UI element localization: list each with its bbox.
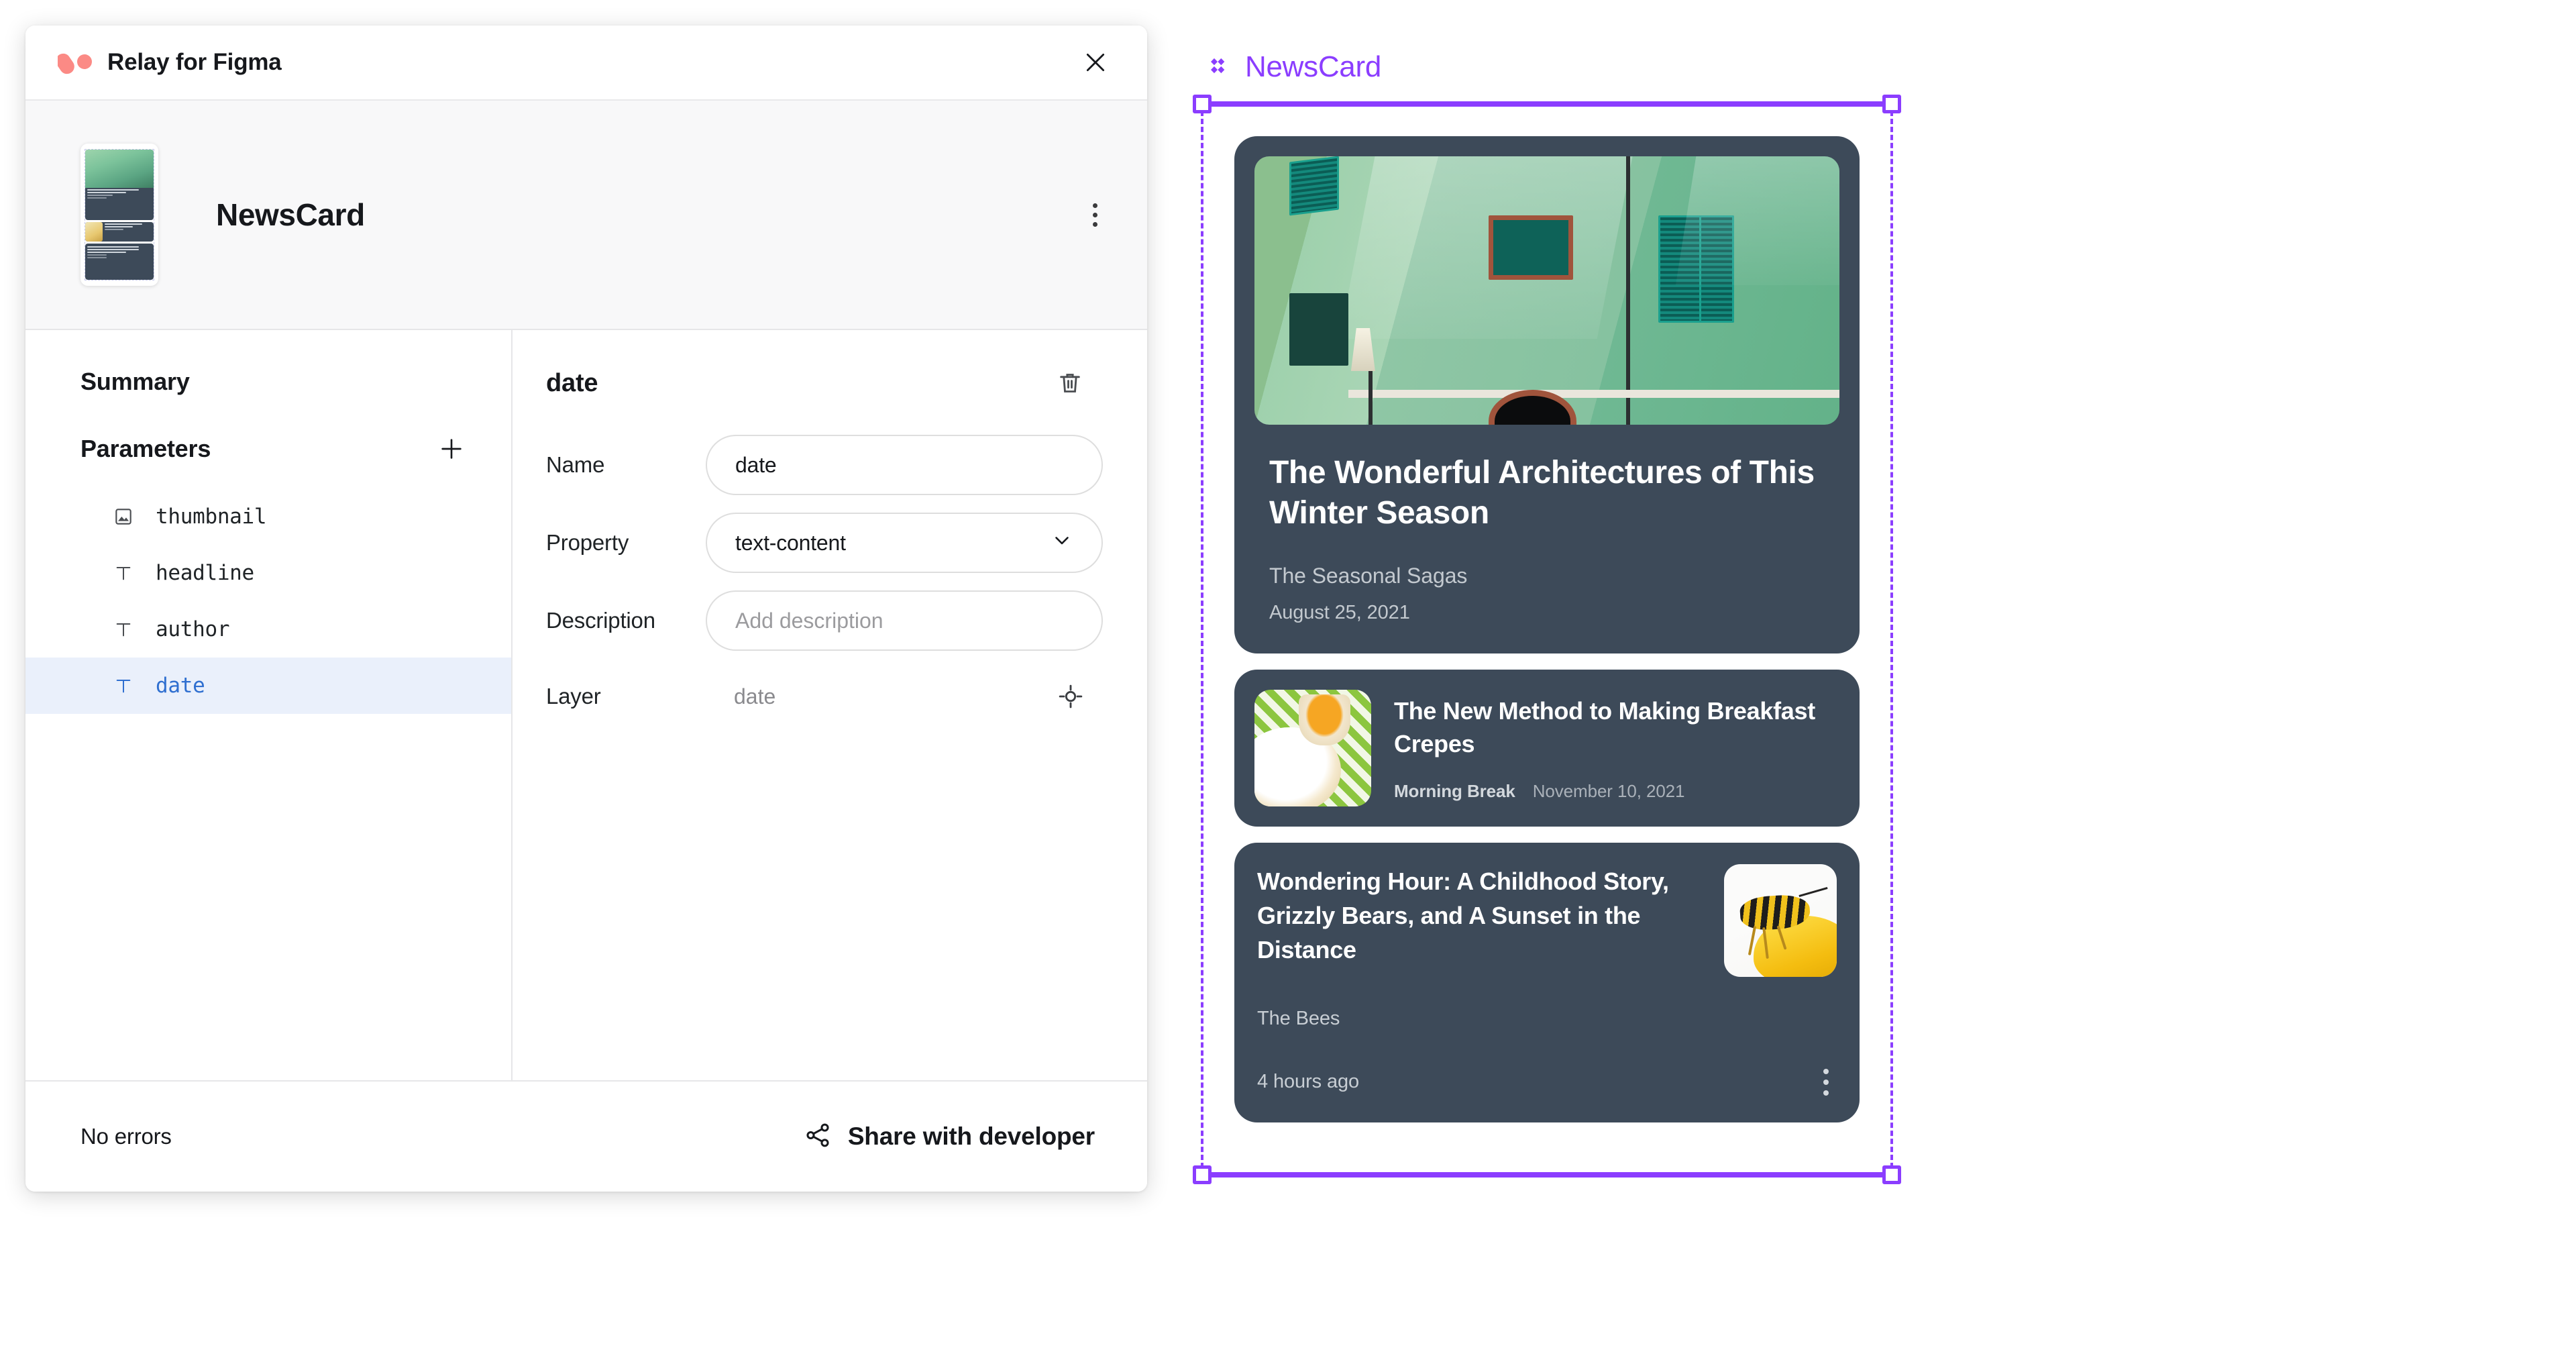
relay-plugin-panel: Relay for Figma NewsCard Summary Paramet… [25,25,1147,1192]
card-headline: The Wonderful Architectures of This Wint… [1269,455,1815,531]
relay-logo [58,53,92,74]
frame-label-text: NewsCard [1245,50,1381,83]
selection-handle-top-left[interactable] [1193,95,1212,113]
parameter-detail-pane: date Name date Property text-content Des… [513,330,1147,1080]
parameter-name: author [156,617,230,641]
news-card-hero[interactable]: The Wonderful Architectures of This Wint… [1234,136,1860,653]
parameter-row-thumbnail[interactable]: thumbnail [25,488,511,545]
share-with-developer-button[interactable]: Share with developer [790,1112,1108,1162]
component-thumbnail [80,144,158,286]
newscard-component[interactable]: The Wonderful Architectures of This Wint… [1234,136,1860,1122]
parameters-header: Parameters [25,396,511,467]
bee-on-yellow-photo [1724,863,1837,977]
text-icon [113,562,141,584]
parameter-row-author[interactable]: author [25,601,511,658]
image-icon [113,506,141,527]
parameter-form: Name date Property text-content Descript… [513,403,1147,715]
property-selected-value: text-content [735,530,846,555]
form-row-property: Property text-content [546,513,1114,573]
parameters-section-label: Parameters [80,435,211,462]
parameter-list: thumbnail headline author date [25,488,511,714]
selection-handle-bottom-left[interactable] [1193,1165,1212,1184]
layer-label: Layer [546,684,601,709]
property-label: Property [546,530,629,555]
selection-edge-top [1203,101,1890,107]
parameters-sidebar: Summary Parameters thumbnail headline au… [25,330,513,1080]
detail-header: date [513,330,1147,403]
selection-handle-bottom-right[interactable] [1882,1165,1901,1184]
parameter-row-headline[interactable]: headline [25,545,511,601]
card-date: November 10, 2021 [1532,781,1685,802]
breakfast-crepes-photo [1254,689,1371,806]
share-icon [804,1121,832,1153]
component-diamond-icon [1206,52,1233,83]
parameter-name: thumbnail [156,505,267,529]
frame-label[interactable]: NewsCard [1206,50,1381,84]
name-input[interactable]: date [706,435,1103,495]
kebab-menu-icon[interactable] [1815,1065,1837,1100]
layer-value: date [734,684,776,709]
news-card-wide[interactable]: Wondering Hour: A Childhood Story, Grizz… [1234,842,1860,1122]
plugin-titlebar: Relay for Figma [25,25,1147,101]
description-placeholder: Add description [735,608,883,633]
card-date: August 25, 2021 [1269,601,1410,623]
selection-edge-bottom [1203,1172,1890,1177]
property-select[interactable]: text-content [706,513,1103,573]
crosshair-target-icon[interactable] [1052,678,1089,715]
card-author: The Bees [1257,1007,1340,1029]
description-label: Description [546,608,655,633]
share-label: Share with developer [847,1122,1095,1150]
card-author: The Seasonal Sagas [1269,563,1468,588]
kebab-menu-icon[interactable] [1073,193,1116,236]
form-row-name: Name date [546,435,1114,495]
summary-section-label[interactable]: Summary [25,330,511,396]
plugin-body: Summary Parameters thumbnail headline au… [25,330,1147,1080]
card-headline: The New Method to Making Breakfast Crepe… [1394,696,1815,758]
form-row-layer: Layer date [546,668,1114,715]
news-card-compact[interactable]: The New Method to Making Breakfast Crepe… [1234,669,1860,827]
trash-icon[interactable] [1051,364,1089,403]
plugin-title: Relay for Figma [107,49,282,75]
text-icon [113,619,141,640]
page-title: NewsCard [216,197,365,232]
form-row-description: Description Add description [546,590,1114,651]
parameter-name: date [156,674,205,698]
plugin-footer: No errors Share with developer [25,1080,1147,1192]
description-input[interactable]: Add description [706,590,1103,651]
close-icon[interactable] [1075,42,1116,83]
name-label: Name [546,452,605,477]
text-icon [113,675,141,696]
selection-handle-top-right[interactable] [1882,95,1901,113]
card-date: 4 hours ago [1257,1071,1360,1093]
chevron-down-icon [1051,529,1073,557]
add-parameter-button[interactable] [433,431,470,467]
parameter-name: headline [156,561,254,585]
component-header: NewsCard [25,101,1147,330]
detail-title: date [546,368,598,397]
parameter-row-date[interactable]: date [25,658,511,714]
card-headline: Wondering Hour: A Childhood Story, Grizz… [1257,867,1669,964]
figma-canvas[interactable]: NewsCard The Wonderful Architectures of … [1181,0,2576,1362]
card-author: Morning Break [1394,781,1515,802]
status-badge: No errors [80,1124,172,1149]
green-building-facade-photo [1254,156,1839,425]
